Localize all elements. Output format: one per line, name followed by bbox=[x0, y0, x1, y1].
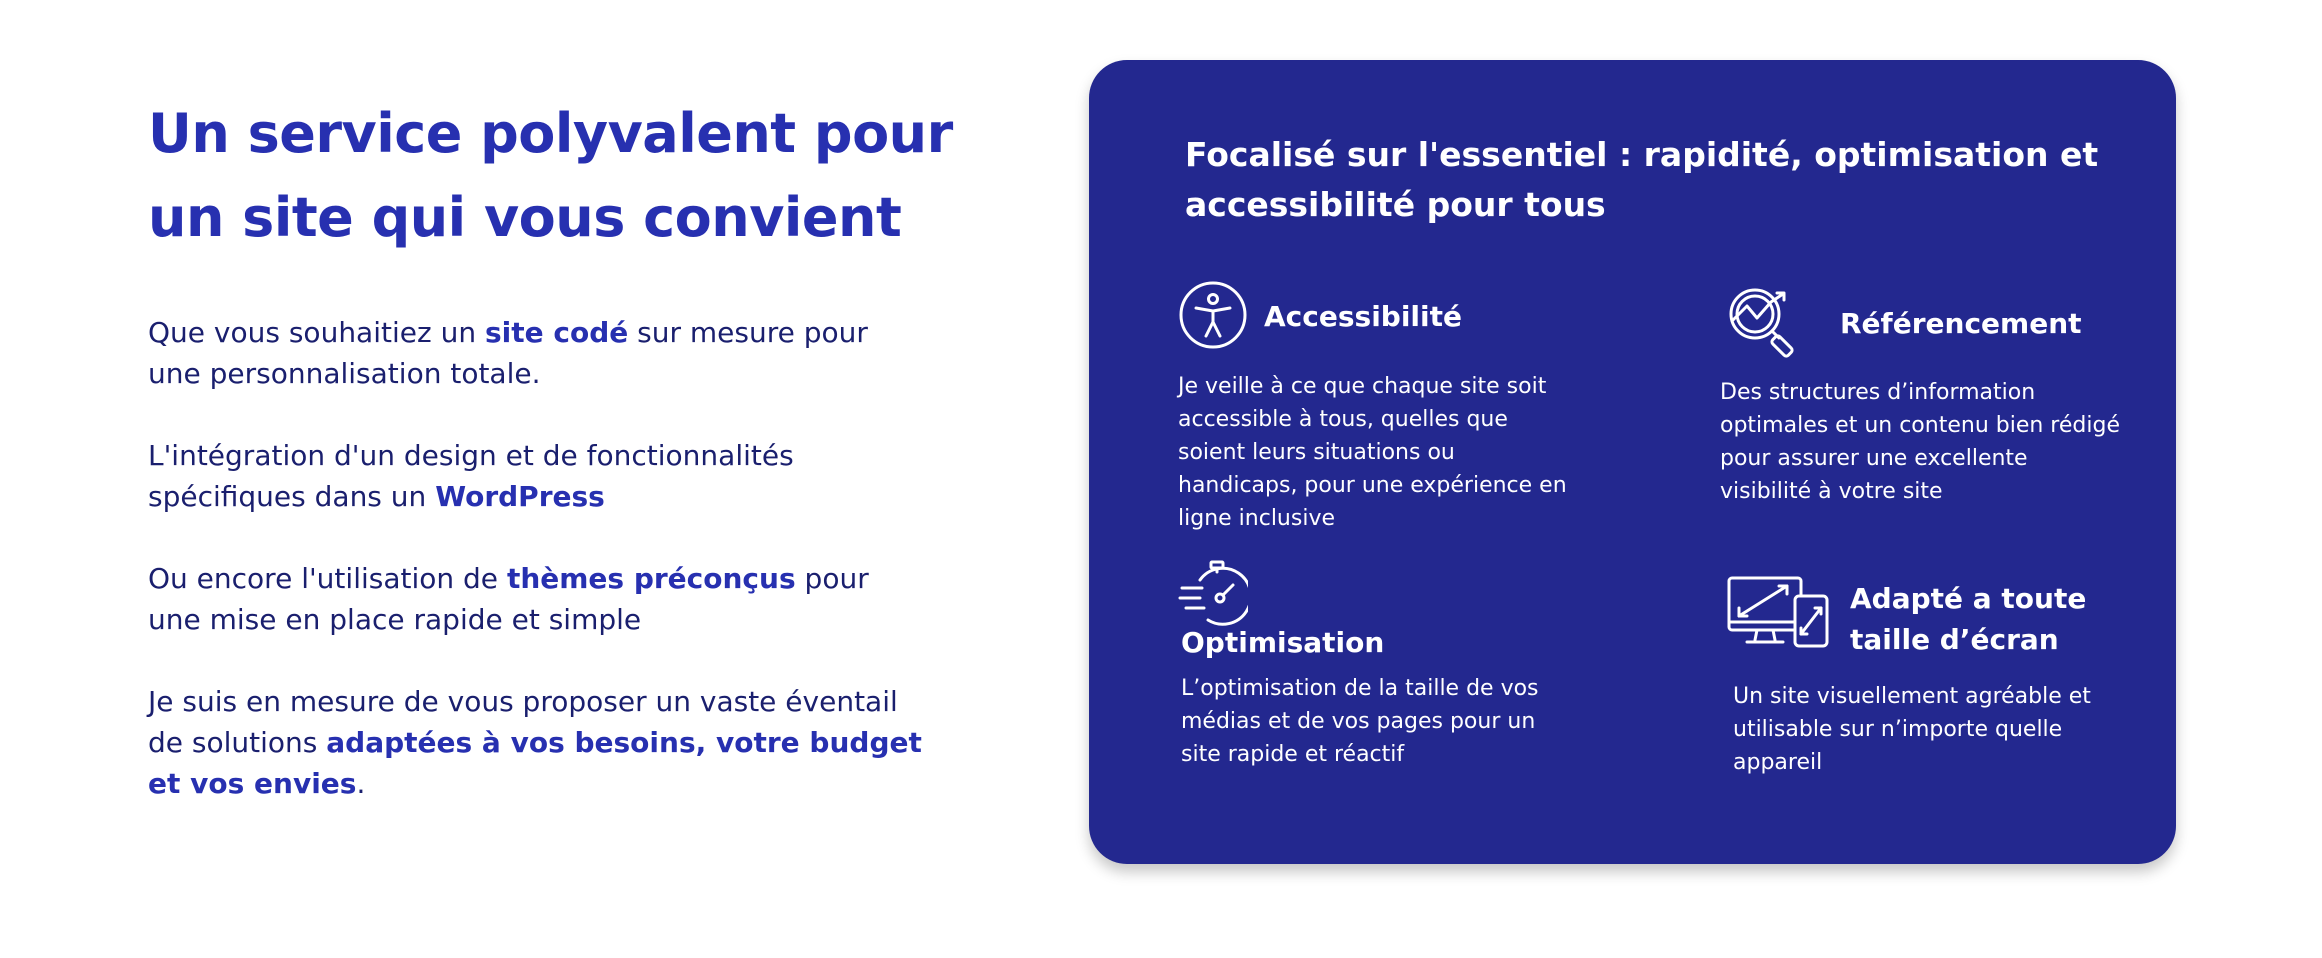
feature-seo-desc: Des structures d’information optimales e… bbox=[1720, 376, 2120, 508]
features-card: Focalisé sur l'essentiel : rapidité, opt… bbox=[1089, 60, 2176, 864]
paragraph-text: Que vous souhaitiez un bbox=[148, 316, 485, 349]
feature-description: Un site visuellement agréable et utilisa… bbox=[1733, 684, 2091, 775]
heading-line-1: Un service polyvalent pour bbox=[148, 102, 953, 165]
feature-title: Référencement bbox=[1840, 307, 2082, 340]
feature-accessibility-desc: Je veille à ce que chaque site soit acce… bbox=[1178, 370, 1578, 535]
feature-responsive-desc: Un site visuellement agréable et utilisa… bbox=[1733, 680, 2133, 779]
responsive-devices-icon bbox=[1727, 576, 1829, 648]
feature-responsive: Adapté a toute taille d’écran bbox=[1850, 578, 2110, 660]
feature-title: Accessibilité bbox=[1264, 300, 1462, 333]
paragraph-custom-code: Que vous souhaitiez un site codé sur mes… bbox=[148, 312, 908, 394]
accessibility-icon bbox=[1179, 281, 1247, 349]
section-heading: Un service polyvalent pour un site qui v… bbox=[148, 92, 968, 260]
paragraph-text: Ou encore l'utilisation de bbox=[148, 562, 507, 595]
paragraph-solutions: Je suis en mesure de vous proposer un va… bbox=[148, 681, 928, 804]
feature-accessibility: Accessibilité bbox=[1264, 296, 1564, 337]
feature-description: L’optimisation de la taille de vos média… bbox=[1181, 676, 1539, 767]
highlight-text: WordPress bbox=[435, 480, 605, 513]
seo-magnifier-chart-icon bbox=[1729, 288, 1794, 358]
highlight-text: thèmes préconçus bbox=[506, 562, 796, 595]
feature-description: Des structures d’information optimales e… bbox=[1720, 380, 2120, 504]
feature-title: Adapté a toute taille d’écran bbox=[1850, 582, 2087, 656]
intro-section: Un service polyvalent pour un site qui v… bbox=[148, 92, 968, 845]
paragraph-wordpress: L'intégration d'un design et de fonction… bbox=[148, 435, 848, 517]
intro-paragraphs: Que vous souhaitiez un site codé sur mes… bbox=[148, 312, 968, 804]
feature-optimization: Optimisation bbox=[1181, 622, 1501, 663]
heading-line-2: un site qui vous convient bbox=[148, 186, 902, 249]
stopwatch-speed-icon bbox=[1178, 560, 1248, 626]
feature-title: Optimisation bbox=[1181, 626, 1385, 659]
highlight-text: site codé bbox=[484, 316, 629, 349]
feature-description: Je veille à ce que chaque site soit acce… bbox=[1178, 374, 1567, 531]
feature-optimization-desc: L’optimisation de la taille de vos média… bbox=[1181, 672, 1581, 771]
paragraph-themes: Ou encore l'utilisation de thèmes précon… bbox=[148, 558, 908, 640]
card-title: Focalisé sur l'essentiel : rapidité, opt… bbox=[1185, 135, 2099, 224]
feature-seo: Référencement bbox=[1840, 303, 2160, 344]
paragraph-text: . bbox=[356, 767, 366, 800]
